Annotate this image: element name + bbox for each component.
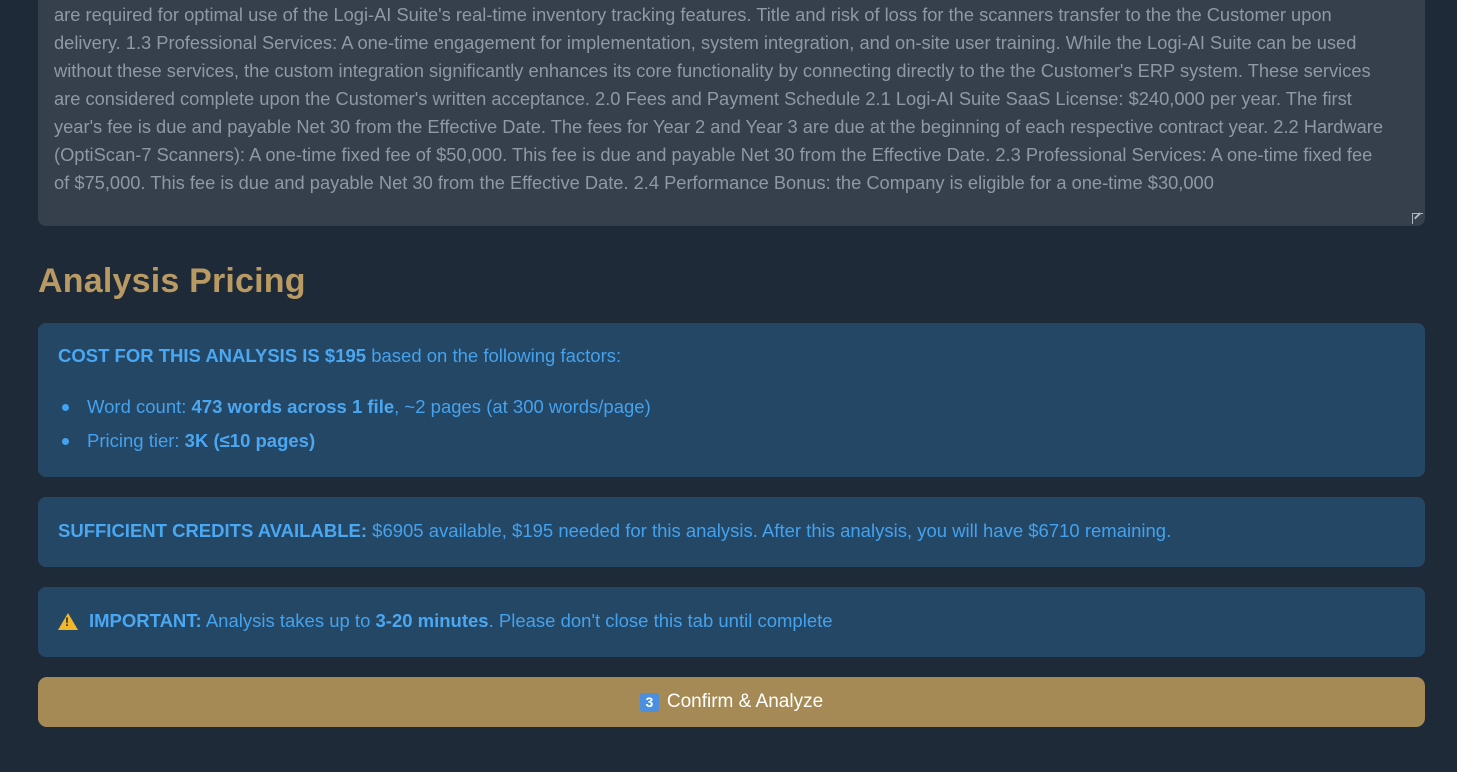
confirm-button-label: Confirm & Analyze <box>666 691 824 712</box>
factor-value: 3K (≤10 pages) <box>184 430 316 451</box>
credits-panel: SUFFICIENT CREDITS AVAILABLE: $6905 avai… <box>38 497 1425 567</box>
important-duration: 3-20 minutes <box>375 610 489 631</box>
important-heading: IMPORTANT: <box>89 610 202 631</box>
contract-text: Consultation with monthly feature update… <box>54 4 1384 193</box>
cost-suffix: based on the following factors: <box>366 345 622 366</box>
factor-label: Pricing tier: <box>87 430 185 451</box>
keycap-3-icon: 3 <box>639 692 659 712</box>
cost-heading: COST FOR THIS ANALYSIS IS $195 <box>58 345 367 366</box>
cost-summary: COST FOR THIS ANALYSIS IS $195 based on … <box>58 345 621 367</box>
important-text-before: Analysis takes up to <box>201 610 376 631</box>
factor-list: Word count: 473 words across 1 file, ~2 … <box>58 396 651 464</box>
confirm-analyze-button[interactable]: 3 Confirm & Analyze <box>38 677 1425 727</box>
factor-pricing-tier: Pricing tier: 3K (≤10 pages) <box>58 430 651 464</box>
analysis-page: Consultation with monthly feature update… <box>0 0 1457 772</box>
factor-extra: , ~2 pages (at 300 words/page) <box>394 396 651 417</box>
important-panel: IMPORTANT: Analysis takes up to 3-20 min… <box>38 587 1425 657</box>
contract-textarea[interactable]: Consultation with monthly feature update… <box>38 0 1425 226</box>
important-text-after: . Please don't close this tab until comp… <box>488 610 833 631</box>
important-notice: IMPORTANT: Analysis takes up to 3-20 min… <box>58 610 833 632</box>
factor-word-count: Word count: 473 words across 1 file, ~2 … <box>58 396 651 430</box>
section-title: Analysis Pricing <box>38 262 306 300</box>
warning-icon <box>58 612 78 630</box>
factor-value: 473 words across 1 file <box>191 396 395 417</box>
credits-summary: SUFFICIENT CREDITS AVAILABLE: $6905 avai… <box>58 520 1171 542</box>
resize-handle-icon[interactable] <box>1412 213 1423 224</box>
credits-text: $6905 available, $195 needed for this an… <box>367 520 1172 541</box>
credits-heading: SUFFICIENT CREDITS AVAILABLE: <box>58 520 368 541</box>
cost-panel: COST FOR THIS ANALYSIS IS $195 based on … <box>38 323 1425 477</box>
factor-label: Word count: <box>87 396 192 417</box>
